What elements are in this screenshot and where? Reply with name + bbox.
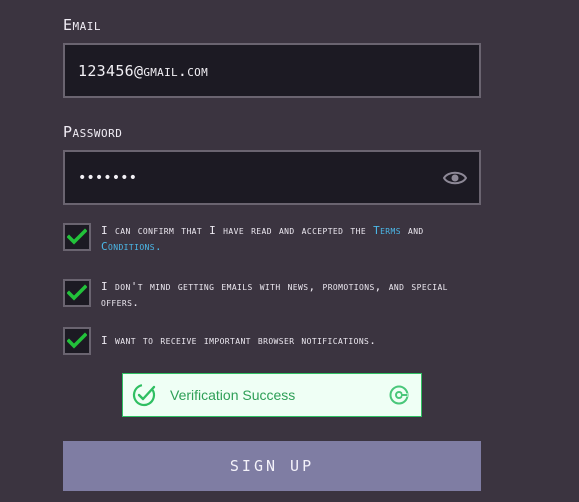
notifications-text: I want to receive important browser noti… [101,334,377,347]
email-value: 123456@gmail.com [78,61,209,80]
newsletter-text: I don't mind getting emails with news, p… [101,280,448,309]
notifications-check-row: I want to receive important browser noti… [63,327,483,355]
sign-up-button[interactable]: SIGN UP [63,441,481,491]
newsletter-check-row: I don't mind getting emails with news, p… [63,279,483,311]
terms-check-row: I can confirm that I have read and accep… [63,223,483,255]
check-circle-icon [132,383,156,407]
terms-link[interactable]: Terms [373,224,401,237]
email-label: Email [63,16,102,34]
checkmark-icon [67,332,87,349]
captcha-logo-icon [389,385,409,405]
password-label: Password [63,123,123,141]
verification-status: Verification Success [170,387,296,403]
notifications-checkbox[interactable] [63,327,91,355]
eye-icon[interactable] [442,169,468,187]
conditions-link[interactable]: Conditions [101,240,155,253]
terms-text: I can confirm that I have read and accep… [101,224,424,253]
newsletter-checkbox[interactable] [63,279,91,307]
password-value: ••••••• [78,169,138,186]
checkmark-icon [67,228,87,245]
email-field[interactable]: 123456@gmail.com [63,43,481,98]
captcha-widget[interactable]: Verification Success [122,373,422,417]
password-field[interactable]: ••••••• [63,150,481,205]
terms-checkbox[interactable] [63,223,91,251]
checkmark-icon [67,284,87,301]
